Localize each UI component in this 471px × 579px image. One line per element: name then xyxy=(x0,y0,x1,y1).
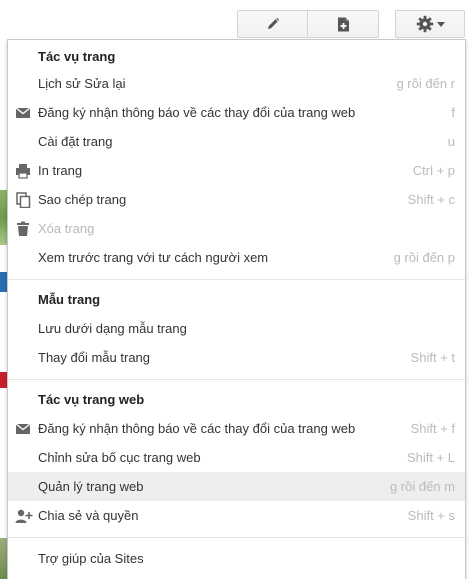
trash-icon xyxy=(17,221,29,236)
section-title-site-actions: Tác vụ trang web xyxy=(38,392,145,407)
menu-item-label: Thay đổi mẫu trang xyxy=(38,350,151,365)
menu-item-page-settings[interactable]: Cài đặt trang u xyxy=(8,127,465,156)
page: Tác vụ trang Lịch sử Sửa lại g rồi đến r… xyxy=(0,0,471,579)
pencil-icon xyxy=(267,17,279,29)
menu-item-revision-history[interactable]: Lịch sử Sửa lại g rồi đến r xyxy=(8,69,465,98)
menu-item-label: Đăng ký nhận thông báo về các thay đổi c… xyxy=(38,421,356,436)
menu-item-shortcut: g rồi đến m xyxy=(389,479,455,494)
menu-item-shortcut: Shift + s xyxy=(407,508,455,523)
more-actions-menu: Tác vụ trang Lịch sử Sửa lại g rồi đến r… xyxy=(7,39,466,579)
menu-item-shortcut: Ctrl + p xyxy=(412,163,455,178)
menu-item-label: In trang xyxy=(38,163,83,178)
new-page-button[interactable] xyxy=(307,10,379,38)
menu-item-copy-page[interactable]: Sao chép trang Shift + c xyxy=(8,185,465,214)
section-title-page-actions: Tác vụ trang xyxy=(38,49,116,64)
menu-item-shortcut: Shift + L xyxy=(406,450,455,465)
add-person-icon xyxy=(15,509,33,523)
menu-item-shortcut: g rồi đến p xyxy=(393,250,455,265)
menu-item-label: Xem trước trang với tư cách người xem xyxy=(38,250,269,265)
chevron-down-icon xyxy=(436,21,445,27)
more-actions-button[interactable] xyxy=(395,10,465,38)
background-image xyxy=(0,190,7,245)
edit-page-button[interactable] xyxy=(237,10,308,38)
envelope-icon xyxy=(15,107,31,118)
menu-item-sites-help[interactable]: Trợ giúp của Sites xyxy=(8,544,465,573)
menu-item-label: Xóa trang xyxy=(38,221,95,236)
menu-item-subscribe-page-changes[interactable]: Đăng ký nhận thông báo về các thay đổi c… xyxy=(8,98,465,127)
menu-item-label: Sao chép trang xyxy=(38,192,127,207)
menu-item-manage-site[interactable]: Quản lý trang web g rồi đến m xyxy=(8,472,465,501)
menu-item-label: Lưu dưới dạng mẫu trang xyxy=(38,321,187,336)
menu-item-label: Lịch sử Sửa lại xyxy=(38,76,126,91)
menu-item-print-page[interactable]: In trang Ctrl + p xyxy=(8,156,465,185)
menu-item-subscribe-site-changes[interactable]: Đăng ký nhận thông báo về các thay đổi c… xyxy=(8,414,465,443)
envelope-icon xyxy=(15,423,31,434)
menu-item-label: Cài đặt trang xyxy=(38,134,113,149)
background-image-bottom xyxy=(0,538,7,579)
menu-item-shortcut: f xyxy=(451,105,455,120)
menu-item-delete-page: Xóa trang xyxy=(8,214,465,243)
menu-item-label: Trợ giúp của Sites xyxy=(38,551,144,566)
menu-item-shortcut: Shift + f xyxy=(410,421,455,436)
menu-item-label: Chỉnh sửa bố cục trang web xyxy=(38,450,201,465)
background-banner xyxy=(0,272,7,292)
menu-item-shortcut: Shift + t xyxy=(410,350,455,365)
menu-item-shortcut: Shift + c xyxy=(407,192,455,207)
section-title-page-templates: Mẫu trang xyxy=(38,292,101,307)
menu-item-shortcut: g rồi đến r xyxy=(396,76,455,91)
menu-item-preview-as-viewer[interactable]: Xem trước trang với tư cách người xem g … xyxy=(8,243,465,272)
menu-item-save-as-template[interactable]: Lưu dưới dạng mẫu trang xyxy=(8,314,465,343)
menu-divider xyxy=(8,379,465,380)
gear-icon xyxy=(416,15,433,33)
menu-divider xyxy=(8,537,465,538)
menu-item-change-template[interactable]: Thay đổi mẫu trang Shift + t xyxy=(8,343,465,372)
menu-item-label: Đăng ký nhận thông báo về các thay đổi c… xyxy=(38,105,356,120)
menu-item-shortcut: u xyxy=(447,134,455,149)
copy-icon xyxy=(16,192,31,208)
menu-divider xyxy=(8,279,465,280)
menu-item-sharing-permissions[interactable]: Chia sẻ và quyền Shift + s xyxy=(8,501,465,530)
printer-icon xyxy=(16,164,30,179)
menu-item-label: Quản lý trang web xyxy=(38,479,144,494)
menu-item-edit-site-layout[interactable]: Chỉnh sửa bố cục trang web Shift + L xyxy=(8,443,465,472)
background-banner-red xyxy=(0,372,7,388)
menu-item-label: Chia sẻ và quyền xyxy=(38,508,139,523)
new-page-icon xyxy=(337,17,349,31)
